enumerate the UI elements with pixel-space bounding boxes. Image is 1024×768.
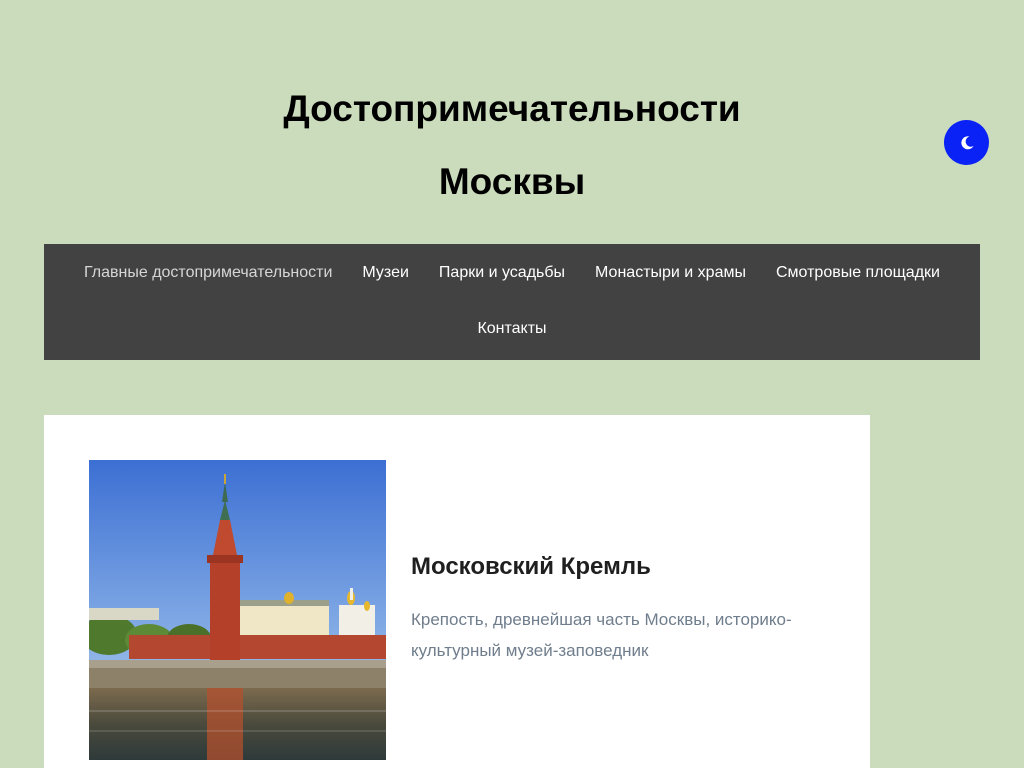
site-title-line2[interactable]: Москвы <box>0 163 1024 200</box>
main-navigation: Главные достопримечательности Музеи Парк… <box>44 244 980 360</box>
nav-item-monasteries[interactable]: Монастыри и храмы <box>580 264 761 282</box>
theme-toggle-button[interactable] <box>944 120 989 165</box>
post-thumbnail[interactable] <box>89 460 386 760</box>
post-title[interactable]: Московский Кремль <box>411 553 651 581</box>
post-card: Московский Кремль Крепость, древнейшая ч… <box>44 415 870 768</box>
nav-item-contacts[interactable]: Контакты <box>462 320 561 338</box>
site-header: Достопримечательности Москвы <box>0 0 1024 244</box>
moon-icon <box>960 135 973 149</box>
nav-item-main-sights[interactable]: Главные достопримечательности <box>69 264 347 282</box>
nav-row-1: Главные достопримечательности Музеи Парк… <box>44 244 980 302</box>
site-title-line1[interactable]: Достопримечательности <box>0 90 1024 127</box>
nav-item-museums[interactable]: Музеи <box>347 264 424 282</box>
nav-item-parks[interactable]: Парки и усадьбы <box>424 264 580 282</box>
nav-item-viewpoints[interactable]: Смотровые площадки <box>761 264 955 282</box>
post-excerpt: Крепость, древнейшая часть Москвы, истор… <box>411 610 792 660</box>
kremlin-image <box>89 460 386 760</box>
nav-row-2: Контакты <box>44 300 980 358</box>
